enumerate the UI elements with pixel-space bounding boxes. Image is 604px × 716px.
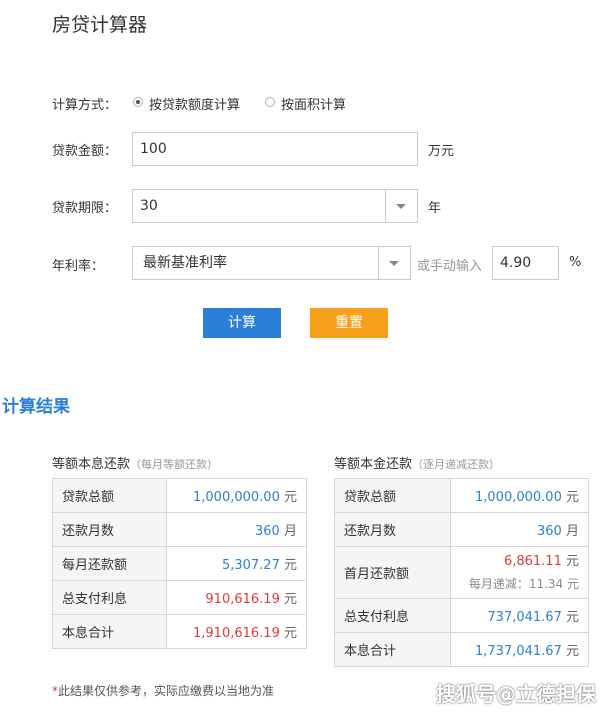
row-value: 6,861.11 元 每月递减：11.34 元 xyxy=(450,546,589,599)
chevron-down-icon[interactable] xyxy=(378,247,410,279)
rate-input[interactable]: 4.90 xyxy=(492,246,559,280)
amount-input[interactable]: 100 xyxy=(132,132,418,166)
row-value: 737,041.67 元 xyxy=(450,598,589,633)
page-title: 房贷计算器 xyxy=(52,14,148,36)
equal-principal-title: 等额本金还款（逐月递减还款） xyxy=(334,453,500,472)
term-label: 贷款期限： xyxy=(52,201,118,216)
row-label: 贷款总额 xyxy=(334,478,451,513)
chevron-down-icon[interactable] xyxy=(385,190,417,222)
row-value: 1,000,000.00 元 xyxy=(166,478,307,513)
amount-unit: 万元 xyxy=(428,144,455,159)
row-value: 1,737,041.67 元 xyxy=(450,632,589,667)
table-row: 贷款总额 1,000,000.00 元 xyxy=(334,478,589,513)
row-label: 本息合计 xyxy=(52,614,167,649)
amount-label: 贷款金额： xyxy=(52,144,118,159)
row-value: 910,616.19 元 xyxy=(166,580,307,615)
rate-select[interactable]: 最新基准利率 xyxy=(132,246,411,280)
table-row: 还款月数 360 月 xyxy=(52,512,307,547)
watermark: 搜狐号@立德担保 xyxy=(436,682,596,706)
equal-payment-table: 贷款总额 1,000,000.00 元 还款月数 360 月 每月还款额 5,3… xyxy=(52,478,307,649)
radio-by-amount[interactable] xyxy=(133,97,143,107)
equal-payment-hint: （每月等额还款） xyxy=(130,458,219,471)
equal-principal-table: 贷款总额 1,000,000.00 元 还款月数 360 月 首月还款额 6,8… xyxy=(334,478,589,667)
table-row: 还款月数 360 月 xyxy=(334,512,589,547)
row-value: 5,307.27 元 xyxy=(166,546,307,581)
row-label: 还款月数 xyxy=(52,512,167,547)
table-row: 总支付利息 737,041.67 元 xyxy=(334,598,589,633)
reset-button[interactable]: 重置 xyxy=(310,308,388,338)
equal-payment-title: 等额本息还款（每月等额还款） xyxy=(52,453,218,472)
radio-by-area-label[interactable]: 按面积计算 xyxy=(281,94,346,113)
row-label: 本息合计 xyxy=(334,632,451,667)
rate-label: 年利率： xyxy=(52,259,105,274)
row-value: 360 月 xyxy=(450,512,589,547)
table-row: 本息合计 1,910,616.19 元 xyxy=(52,614,307,649)
row-label: 每月还款额 xyxy=(52,546,167,581)
manual-input-label: 或手动输入 xyxy=(417,259,483,274)
term-select[interactable]: 30 xyxy=(132,189,418,223)
radio-by-amount-label[interactable]: 按贷款额度计算 xyxy=(149,94,240,113)
equal-principal-title-text: 等额本金还款 xyxy=(334,457,413,472)
term-select-value: 30 xyxy=(140,198,158,214)
table-row: 首月还款额 6,861.11 元 每月递减：11.34 元 xyxy=(334,546,589,599)
row-value: 1,000,000.00 元 xyxy=(450,478,589,513)
row-label: 还款月数 xyxy=(334,512,451,547)
table-row: 总支付利息 910,616.19 元 xyxy=(52,580,307,615)
row-label: 总支付利息 xyxy=(334,598,451,633)
rate-select-value: 最新基准利率 xyxy=(143,255,227,271)
term-unit: 年 xyxy=(428,201,442,216)
radio-by-area[interactable] xyxy=(265,97,275,107)
disclaimer-note: *此结果仅供参考，实际应缴费以当地为准 xyxy=(52,682,274,699)
row-label: 首月还款额 xyxy=(334,546,451,599)
equal-payment-title-text: 等额本息还款 xyxy=(52,457,131,472)
note-text: 此结果仅供参考，实际应缴费以当地为准 xyxy=(58,684,275,698)
row-value: 1,910,616.19 元 xyxy=(166,614,307,649)
calculate-button[interactable]: 计算 xyxy=(203,308,281,338)
row-label: 总支付利息 xyxy=(52,580,167,615)
table-row: 贷款总额 1,000,000.00 元 xyxy=(52,478,307,513)
table-row: 本息合计 1,737,041.67 元 xyxy=(334,632,589,667)
monthly-decrease: 每月递减：11.34 元 xyxy=(468,576,579,591)
results-heading: 计算结果 xyxy=(2,397,70,417)
method-label: 计算方式： xyxy=(52,98,118,113)
equal-principal-hint: （逐月递减还款） xyxy=(412,458,501,471)
rate-unit: % xyxy=(569,255,582,270)
row-value: 360 月 xyxy=(166,512,307,547)
row-label: 贷款总额 xyxy=(52,478,167,513)
table-row: 每月还款额 5,307.27 元 xyxy=(52,546,307,581)
